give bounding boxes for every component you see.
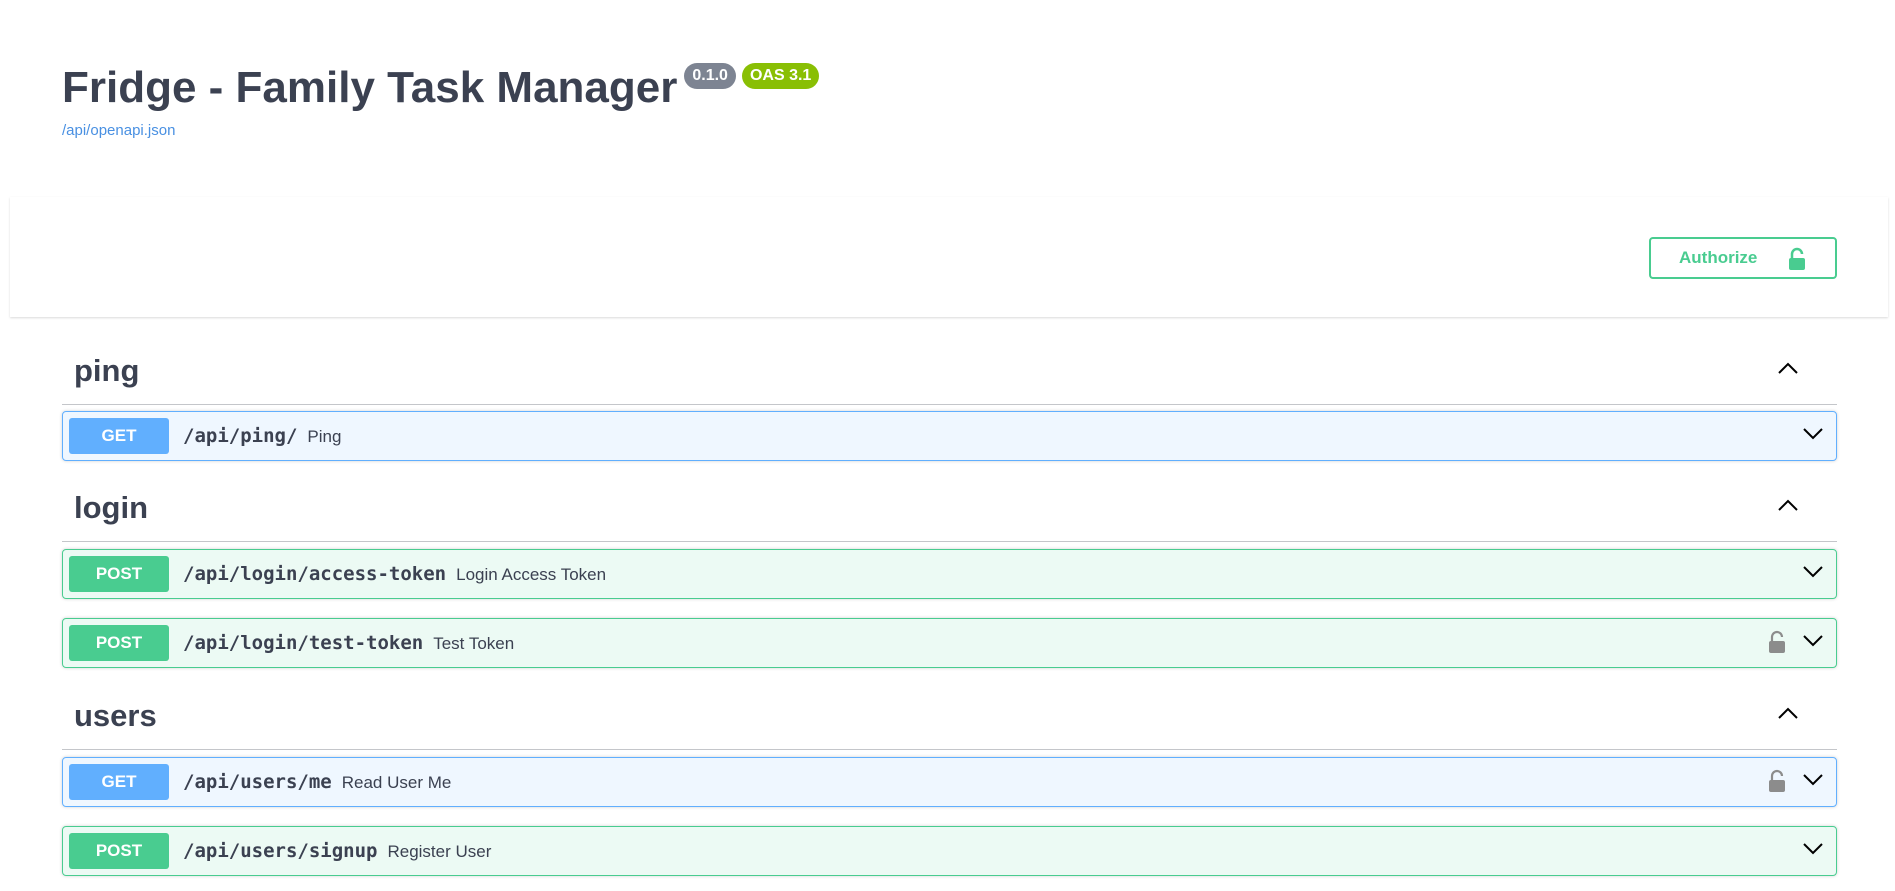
oas-badge: OAS 3.1 xyxy=(741,63,820,89)
scheme-container xyxy=(10,197,1888,317)
api-info: Fridge - Family Task Manager 0.1.0 OAS 3… xyxy=(62,60,820,139)
chevron-up-icon[interactable] xyxy=(1777,706,1799,725)
operation-path: /api/users/me Read User Me xyxy=(183,771,452,793)
operation-get-users-me[interactable]: GET /api/users/me Read User Me xyxy=(62,757,1837,807)
version-badge: 0.1.0 xyxy=(684,63,736,89)
chevron-down-icon[interactable] xyxy=(1802,427,1824,446)
unlocked-lock-icon[interactable] xyxy=(1768,630,1786,659)
method-badge: GET xyxy=(69,418,169,454)
operation-post-signup[interactable]: POST /api/users/signup Register User xyxy=(62,826,1837,876)
chevron-down-icon[interactable] xyxy=(1802,634,1824,653)
tag-name: ping xyxy=(74,353,140,388)
chevron-up-icon[interactable] xyxy=(1777,498,1799,517)
operation-summary: Ping xyxy=(307,427,342,446)
chevron-down-icon[interactable] xyxy=(1802,842,1824,861)
unlocked-lock-icon[interactable] xyxy=(1768,769,1786,798)
unlocked-lock-icon xyxy=(1787,247,1807,276)
operation-summary: Login Access Token xyxy=(456,565,607,584)
operation-post-test-token[interactable]: POST /api/login/test-token Test Token xyxy=(62,618,1837,668)
tag-header-users[interactable]: users xyxy=(62,684,1837,750)
operation-summary: Register User xyxy=(387,842,492,861)
chevron-down-icon[interactable] xyxy=(1802,565,1824,584)
tag-header-login[interactable]: login xyxy=(62,476,1837,542)
tag-name: users xyxy=(74,698,157,733)
openapi-spec-link[interactable]: /api/openapi.json xyxy=(62,122,819,139)
tag-name: login xyxy=(74,490,149,525)
operation-summary: Read User Me xyxy=(341,773,452,792)
authorize-label: Authorize xyxy=(1679,248,1758,267)
operation-summary: Test Token xyxy=(433,634,515,653)
title-row: Fridge - Family Task Manager 0.1.0 OAS 3… xyxy=(62,60,820,116)
chevron-up-icon[interactable] xyxy=(1777,361,1799,380)
operation-path: /api/users/signup Register User xyxy=(183,840,492,862)
chevron-down-icon[interactable] xyxy=(1802,773,1824,792)
method-badge: POST xyxy=(69,833,169,869)
operation-post-access-token[interactable]: POST /api/login/access-token Login Access… xyxy=(62,549,1837,599)
operation-path: /api/ping/Ping xyxy=(183,425,342,447)
method-badge: GET xyxy=(69,764,169,800)
tag-header-ping[interactable]: ping xyxy=(62,339,1837,405)
authorize-button[interactable]: Authorize xyxy=(1649,237,1837,279)
api-title: Fridge - Family Task Manager xyxy=(62,63,678,112)
operation-path: /api/login/access-token Login Access Toke… xyxy=(183,563,607,585)
method-badge: POST xyxy=(69,556,169,592)
method-badge: POST xyxy=(69,625,169,661)
operation-path: /api/login/test-token Test Token xyxy=(183,632,515,654)
operation-get-ping[interactable]: GET /api/ping/Ping xyxy=(62,411,1837,461)
